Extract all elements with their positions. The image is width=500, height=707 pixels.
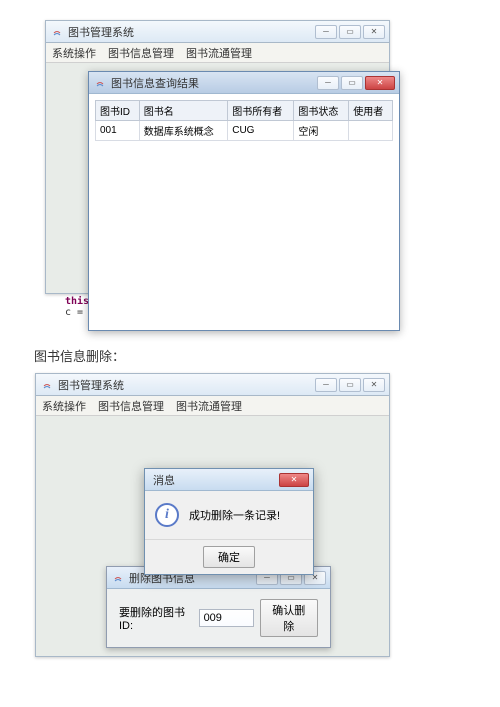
- java-icon: [50, 25, 64, 39]
- cell-user: [349, 121, 393, 141]
- menu-book-info[interactable]: 图书信息管理: [108, 45, 174, 61]
- query-body: 图书ID 图书名 图书所有者 图书状态 使用者 001 数据库系统概念 CUG …: [89, 94, 399, 330]
- delete-id-input[interactable]: [199, 609, 254, 627]
- minimize-button[interactable]: ─: [315, 25, 337, 39]
- main-window-2: 图书管理系统 ─ ▭ ✕ 系统操作 图书信息管理 图书流通管理 删除图书信息 ─…: [35, 373, 390, 657]
- message-body: i 成功删除一条记录!: [145, 491, 313, 539]
- table-row[interactable]: 001 数据库系统概念 CUG 空闲: [96, 121, 393, 141]
- menu-circulation[interactable]: 图书流通管理: [186, 45, 252, 61]
- cell-id: 001: [96, 121, 140, 141]
- maximize-button[interactable]: ▭: [339, 25, 361, 39]
- delete-body: 要删除的图书ID: 确认删除: [107, 589, 330, 647]
- java-icon: [111, 571, 125, 585]
- main-title: 图书管理系统: [68, 24, 315, 40]
- menu-circulation[interactable]: 图书流通管理: [176, 398, 242, 414]
- col-user[interactable]: 使用者: [349, 101, 393, 121]
- ok-button[interactable]: 确定: [203, 546, 255, 568]
- message-text: 成功删除一条记录!: [189, 507, 280, 523]
- message-titlebar: 消息 ✕: [145, 469, 313, 491]
- cell-name: 数据库系统概念: [139, 121, 228, 141]
- main-window-1: 图书管理系统 ─ ▭ ✕ 系统操作 图书信息管理 图书流通管理 图书信息查询结果…: [45, 20, 390, 294]
- table-header-row: 图书ID 图书名 图书所有者 图书状态 使用者: [96, 101, 393, 121]
- col-book-name[interactable]: 图书名: [139, 101, 228, 121]
- window-controls: ─ ▭ ✕: [315, 378, 385, 392]
- result-table: 图书ID 图书名 图书所有者 图书状态 使用者 001 数据库系统概念 CUG …: [95, 100, 393, 141]
- cell-owner: CUG: [228, 121, 294, 141]
- main-titlebar-1: 图书管理系统 ─ ▭ ✕: [46, 21, 389, 43]
- window-controls: ✕: [279, 473, 309, 487]
- message-dialog: 消息 ✕ i 成功删除一条记录! 确定: [144, 468, 314, 575]
- main-titlebar-2: 图书管理系统 ─ ▭ ✕: [36, 374, 389, 396]
- col-book-id[interactable]: 图书ID: [96, 101, 140, 121]
- query-title: 图书信息查询结果: [111, 75, 317, 91]
- delete-id-label: 要删除的图书ID:: [119, 604, 193, 632]
- maximize-button[interactable]: ▭: [341, 76, 363, 90]
- java-icon: [93, 76, 107, 90]
- query-result-window: 图书信息查询结果 ─ ▭ ✕ 图书ID 图书名 图书所有者 图书状态 使用者: [88, 71, 400, 331]
- section-delete-label: 图书信息删除：: [34, 346, 490, 365]
- info-icon: i: [155, 503, 179, 527]
- delete-book-window: 删除图书信息 ─ ▭ ✕ 要删除的图书ID: 确认删除: [106, 566, 331, 648]
- menubar: 系统操作 图书信息管理 图书流通管理: [36, 396, 389, 416]
- menu-book-info[interactable]: 图书信息管理: [98, 398, 164, 414]
- menu-system[interactable]: 系统操作: [52, 45, 96, 61]
- window-controls: ─ ▭ ✕: [317, 76, 395, 90]
- maximize-button[interactable]: ▭: [339, 378, 361, 392]
- query-titlebar: 图书信息查询结果 ─ ▭ ✕: [89, 72, 399, 94]
- minimize-button[interactable]: ─: [315, 378, 337, 392]
- minimize-button[interactable]: ─: [317, 76, 339, 90]
- main-client-2: 删除图书信息 ─ ▭ ✕ 要删除的图书ID: 确认删除 消息 ✕: [36, 416, 389, 656]
- col-status[interactable]: 图书状态: [294, 101, 349, 121]
- cell-status: 空闲: [294, 121, 349, 141]
- confirm-delete-button[interactable]: 确认删除: [260, 599, 318, 637]
- main-title: 图书管理系统: [58, 377, 315, 393]
- close-button[interactable]: ✕: [365, 76, 395, 90]
- window-controls: ─ ▭ ✕: [315, 25, 385, 39]
- message-title: 消息: [149, 472, 279, 488]
- col-owner[interactable]: 图书所有者: [228, 101, 294, 121]
- message-footer: 确定: [145, 539, 313, 574]
- close-button[interactable]: ✕: [279, 473, 309, 487]
- close-button[interactable]: ✕: [363, 378, 385, 392]
- menubar: 系统操作 图书信息管理 图书流通管理: [46, 43, 389, 63]
- java-icon: [40, 378, 54, 392]
- close-button[interactable]: ✕: [363, 25, 385, 39]
- menu-system[interactable]: 系统操作: [42, 398, 86, 414]
